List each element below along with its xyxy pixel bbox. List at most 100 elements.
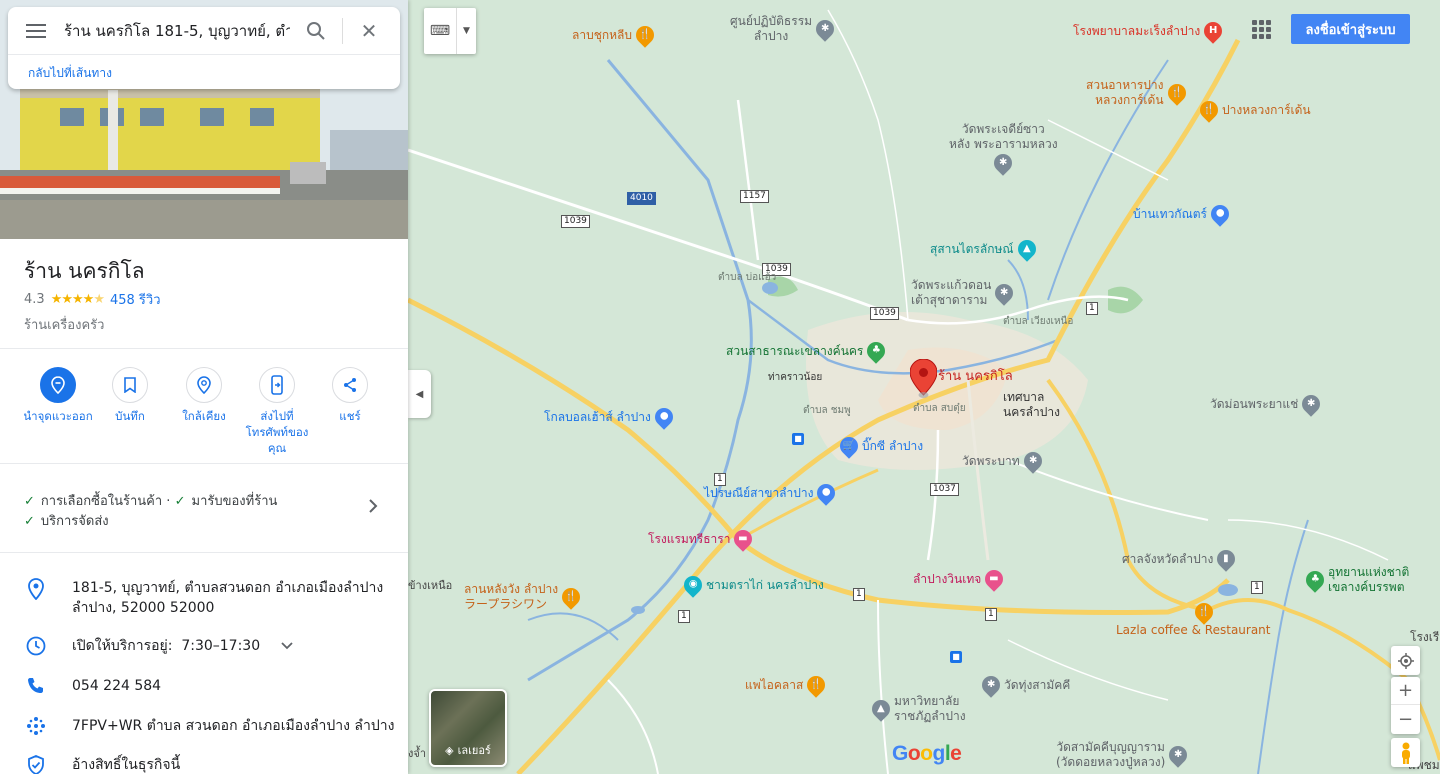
input-tools-button[interactable]: ⌨ ▼ <box>424 8 476 54</box>
poi-hospital[interactable]: โรงพยาบาลมะเร็งลำปาง H <box>1073 18 1226 44</box>
poi-meditation-center[interactable]: ศูนย์ปฏิบัติธรรม ลำปาง ✱ <box>730 14 838 44</box>
plus-code-row[interactable]: 7FPV+WR ตำบล สวนดอก อำเภอเมืองลำปาง ลำปา… <box>0 716 408 736</box>
park-icon: ♣ <box>863 338 890 364</box>
nearby-button[interactable]: ใกล้เคียง <box>168 367 240 424</box>
rating-stars-icon: ★★★★★ <box>50 292 105 307</box>
poi-hotel[interactable]: โรงแรมทรีธารา ▬ <box>648 526 757 552</box>
route-shield-1: 1 <box>678 610 690 623</box>
poi-restaurant[interactable]: สวนอาหารปาง หลวงการ์เด้น 🍴 <box>1086 78 1190 108</box>
phone-icon <box>28 678 43 693</box>
apps-grid-icon[interactable] <box>1250 18 1272 40</box>
shop-icon: ● <box>1207 201 1233 227</box>
rating-row: 4.3 ★★★★★ 458 รีวิว <box>0 285 408 310</box>
chevron-down-icon[interactable] <box>280 636 293 656</box>
plus-code-icon <box>27 717 45 735</box>
poi-restaurant[interactable]: ลาบชุกหลีบ 🍴 <box>572 22 658 48</box>
street-view-pegman-icon[interactable] <box>1391 738 1420 767</box>
route-shield-1: 1 <box>853 588 865 601</box>
shopping-cart-icon: 🛒 <box>836 433 862 459</box>
poi-restaurant[interactable]: แพไอคลาส 🍴 <box>745 672 830 698</box>
poi-temple[interactable]: วัดสามัคคีบุญญาราม (วัดดอยหลวงปู่หลวง) ✱ <box>1056 740 1191 770</box>
hours-row[interactable]: เปิดให้บริการอยู่: 7:30–17:30 <box>0 636 408 656</box>
poi-temple[interactable]: วัดพระเจดีย์ซาว หลัง พระอารามหลวง ✱ <box>949 122 1058 176</box>
clock-icon <box>26 636 46 656</box>
hospital-icon: H <box>1200 18 1226 44</box>
restaurant-icon: 🍴 <box>1163 80 1190 106</box>
send-to-phone-icon <box>271 375 283 395</box>
route-shield-1: 1 <box>985 608 997 621</box>
poi-park[interactable]: สวนสาธารณะเขลางค์นคร ♣ <box>726 338 890 364</box>
google-logo: Google <box>892 742 962 765</box>
claim-business-text: อ้างสิทธิ์ในธุรกิจนี้ <box>72 757 181 773</box>
chevron-left-icon: ◀ <box>415 388 424 400</box>
poi-temple[interactable]: ✱ วัดทุ่งสามัคคี <box>978 672 1070 698</box>
poi-temple[interactable]: วัดพระแก้วดอน เต้าสุชาดาราม ✱ <box>911 278 1018 308</box>
poi-courthouse[interactable]: ศาลจังหวัดลำปาง ▮ <box>1122 546 1240 572</box>
government-icon: ▮ <box>1213 546 1240 572</box>
save-button[interactable]: บันทึก <box>94 367 166 424</box>
poi-shop[interactable]: 🛒 บิ๊กซี ลำปาง <box>836 433 923 459</box>
zoom-out-button[interactable]: − <box>1391 705 1420 733</box>
search-button[interactable] <box>290 21 342 41</box>
back-to-directions-link[interactable]: กลับไปที่เส้นทาง <box>8 55 400 83</box>
crosshair-icon <box>1397 652 1414 669</box>
temple-icon: ✱ <box>1298 391 1325 417</box>
poi-national-park[interactable]: ♣ อุทยานแห่งชาติ เขลางค์บรรพต <box>1302 565 1409 595</box>
shop-icon: ● <box>651 404 677 430</box>
temple-icon: ✱ <box>978 672 1004 698</box>
send-to-phone-button[interactable]: ส่งไปที่โทรศัพท์ของคุณ <box>241 367 313 456</box>
poi-school-label[interactable]: โรงเรียน <box>1410 631 1440 643</box>
chevron-down-icon[interactable]: ▼ <box>456 8 476 54</box>
sign-in-button[interactable]: ลงชื่อเข้าสู่ระบบ <box>1291 14 1410 44</box>
poi-post-office[interactable]: ไปรษณีย์สาขาลำปาง ● <box>704 480 840 506</box>
selected-place-marker[interactable] <box>909 358 938 405</box>
area-label: งจ้ำ <box>408 747 426 760</box>
poi-shop[interactable]: โกลบอลเฮ้าส์ ลำปาง ● <box>544 404 677 430</box>
selected-place-label[interactable]: ร้าน นครกิโล <box>938 369 1013 384</box>
hamburger-icon <box>26 23 46 38</box>
share-button[interactable]: แชร์ <box>314 367 386 424</box>
route-shield-1: 1 <box>1251 581 1263 594</box>
share-icon <box>344 378 356 392</box>
phone-row[interactable]: 054 224 584 <box>0 676 408 696</box>
poi-cemetery[interactable]: สุสานไตรลักษณ์ ▲ <box>930 236 1040 262</box>
layers-button[interactable]: ◈ เลเยอร์ <box>429 689 507 767</box>
poi-restaurant[interactable]: 🍴 Lazla coffee & Restaurant <box>1116 599 1271 638</box>
area-label: ท่าคราวน้อย <box>768 372 823 383</box>
poi-restaurant[interactable]: ลานหลังวัง ลำปาง ラープラシワン 🍴 <box>464 582 584 612</box>
train-station-icon[interactable]: ■ <box>950 651 962 663</box>
poi-temple[interactable]: วัดม่อนพระยาแช่ ✱ <box>1210 391 1325 417</box>
zoom-in-button[interactable]: + <box>1391 677 1420 705</box>
bookmark-icon <box>124 377 136 393</box>
claim-business-row[interactable]: อ้างสิทธิ์ในธุรกิจนี้ <box>0 755 408 774</box>
address-line: ลำปาง, 52000 52000 <box>72 600 215 616</box>
reviews-link[interactable]: 458 รีวิว <box>110 289 161 310</box>
poi-shop[interactable]: บ้านเทวกัณตร์ ● <box>1133 201 1233 227</box>
address-row[interactable]: 181-5, บุญวาทย์, ตำบลสวนดอก อำเภอเมืองลำ… <box>0 578 408 618</box>
remove-stop-button[interactable]: นำจุดแวะออก <box>22 367 94 424</box>
poi-university[interactable]: ▲ มหาวิทยาลัย ราชภัฏลำปาง <box>868 694 966 724</box>
restaurant-icon: 🍴 <box>558 584 584 610</box>
search-input[interactable] <box>64 21 290 40</box>
place-category[interactable]: ร้านเครื่องครัว <box>0 310 408 335</box>
hours-value: 7:30–17:30 <box>181 638 261 654</box>
area-label: ตำบล เวียงเหนือ <box>1003 316 1074 327</box>
poi-temple[interactable]: วัดพระบาท ✱ <box>962 448 1046 474</box>
train-station-icon[interactable]: ■ <box>792 433 804 445</box>
poi-restaurant[interactable]: 🍴 ปางหลวงการ์เด้น <box>1196 97 1311 123</box>
close-icon[interactable]: ✕ <box>343 19 395 43</box>
poi-hotel[interactable]: ลำปางวินเทจ ▬ <box>913 566 1008 592</box>
nearby-icon <box>197 376 211 394</box>
menu-button[interactable] <box>8 23 64 38</box>
route-shield-1037: 1037 <box>930 483 959 496</box>
chevron-right-icon <box>368 498 378 518</box>
place-panel: ✕ กลับไปที่เส้นทาง ร้าน นครกิโล 4.3 ★★★★… <box>0 0 408 774</box>
search-icon <box>307 21 325 40</box>
area-label: ตำบล บ่อแฮ้ว <box>718 272 777 283</box>
collapse-panel-button[interactable]: ◀ <box>408 370 431 418</box>
poi-museum[interactable]: ◉ ชามตราไก่ นครลำปาง <box>680 572 824 598</box>
service-options[interactable]: ✓ การเลือกซื้อในร้านค้า · ✓ มารับของที่ร้า… <box>0 464 408 553</box>
remove-stop-icon <box>51 376 65 394</box>
route-shield-1157: 1157 <box>740 190 769 203</box>
my-location-button[interactable] <box>1391 646 1420 675</box>
